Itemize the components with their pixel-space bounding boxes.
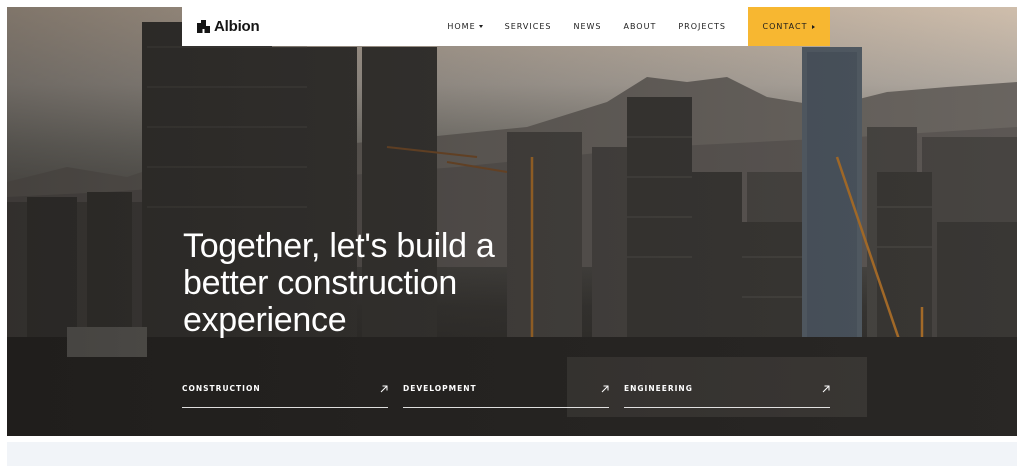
hero-banner — [7, 7, 1017, 436]
nav-item-projects-label: PROJECTS — [678, 22, 726, 31]
service-link-label: DEVELOPMENT — [403, 384, 477, 393]
hero-headline-line: Together, let's build a — [183, 227, 495, 265]
service-link-label: CONSTRUCTION — [182, 384, 261, 393]
next-section-band — [7, 442, 1017, 466]
contact-button-label: CONTACT — [762, 22, 808, 31]
service-links: CONSTRUCTION DEVELOPMENT ENGINEERING — [182, 384, 830, 408]
service-link-construction[interactable]: CONSTRUCTION — [182, 384, 388, 408]
hero-headline-line: better construction — [183, 264, 458, 302]
nav-item-services[interactable]: SERVICES — [505, 22, 552, 31]
building-icon — [197, 20, 210, 33]
arrow-up-right-icon — [822, 385, 830, 393]
nav-item-services-label: SERVICES — [504, 22, 552, 31]
service-link-development[interactable]: DEVELOPMENT — [403, 384, 609, 408]
hero-headline: Together, let's build a better construct… — [183, 228, 543, 339]
service-link-label: ENGINEERING — [624, 384, 693, 393]
nav-item-home-label: HOME — [447, 22, 476, 31]
top-navigation-bar: Albion HOME SERVICES NEWS ABOUT PROJECTS… — [182, 7, 830, 46]
nav-item-about[interactable]: ABOUT — [623, 22, 656, 31]
service-link-engineering[interactable]: ENGINEERING — [624, 384, 830, 408]
chevron-down-icon — [478, 25, 483, 28]
caret-right-icon — [812, 24, 816, 29]
brand-name: Albion — [214, 18, 260, 35]
nav-item-news[interactable]: NEWS — [573, 22, 601, 31]
nav-item-home[interactable]: HOME — [447, 22, 483, 31]
brand-logo[interactable]: Albion — [197, 7, 260, 46]
nav-item-news-label: NEWS — [573, 22, 602, 31]
main-menu: HOME SERVICES NEWS ABOUT PROJECTS CONTAC… — [447, 7, 830, 46]
hero-overlay — [7, 7, 1017, 436]
contact-button[interactable]: CONTACT — [748, 7, 830, 46]
hero-headline-line: experience — [183, 301, 347, 339]
arrow-up-right-icon — [601, 385, 609, 393]
page: Albion HOME SERVICES NEWS ABOUT PROJECTS… — [0, 0, 1024, 466]
arrow-up-right-icon — [380, 385, 388, 393]
nav-item-about-label: ABOUT — [623, 22, 657, 31]
nav-item-projects[interactable]: PROJECTS — [678, 22, 726, 31]
